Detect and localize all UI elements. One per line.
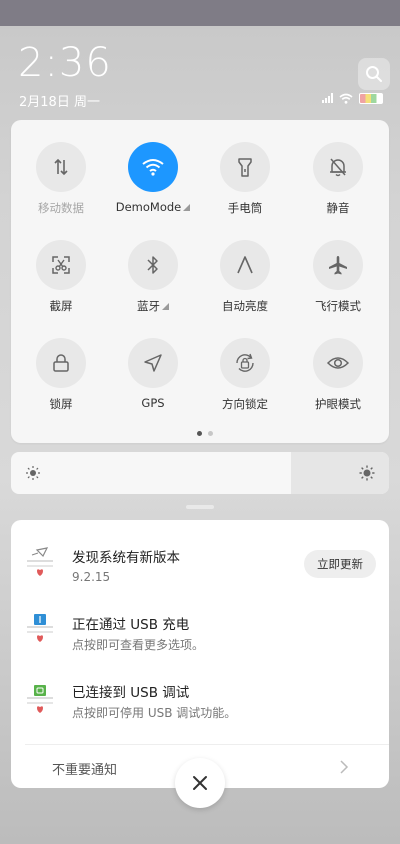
page-dot-active — [197, 431, 202, 436]
toggle-label: 自动亮度 — [222, 299, 268, 313]
usb-icon — [25, 612, 55, 646]
gps-icon — [144, 354, 162, 372]
notification-subtitle: 9.2.15 — [72, 570, 111, 584]
quick-settings-panel: 移动数据 DemoMode 手电筒 静音 截屏 蓝牙 自动亮度 飞行模式 锁屏 … — [11, 120, 389, 443]
brightness-high-icon — [359, 465, 375, 481]
search-button[interactable] — [358, 58, 390, 90]
page-indicator — [197, 431, 213, 436]
toggle-eye-care[interactable]: 护眼模式 — [293, 338, 383, 412]
toggle-rotation-lock[interactable]: 方向锁定 — [200, 338, 290, 412]
notification-title: 正在通过 USB 充电 — [72, 617, 190, 633]
close-icon — [193, 776, 207, 790]
toggle-label: DemoMode — [115, 200, 182, 214]
search-icon — [366, 66, 382, 82]
toggle-label: 护眼模式 — [315, 397, 361, 411]
notification-subtitle: 点按即可停用 USB 调试功能。 — [72, 706, 237, 720]
chevron-right-icon — [340, 760, 349, 774]
rotation-lock-icon — [236, 353, 254, 372]
auto-brightness-icon — [237, 256, 253, 274]
android-debug-icon — [25, 683, 55, 717]
mute-bell-icon — [330, 158, 346, 177]
toggle-flashlight[interactable]: 手电筒 — [200, 142, 290, 216]
clear-all-button[interactable] — [175, 758, 225, 808]
toggle-airplane[interactable]: 飞行模式 — [293, 240, 383, 314]
bluetooth-icon — [147, 256, 158, 274]
signal-icon — [322, 93, 333, 103]
notification-subtitle: 点按即可查看更多选项。 — [72, 638, 205, 652]
divider — [25, 744, 389, 745]
toggle-gps[interactable]: GPS — [108, 338, 198, 410]
page-dot — [208, 431, 213, 436]
toggle-bluetooth[interactable]: 蓝牙 — [108, 240, 198, 314]
toggle-label: 手电筒 — [227, 201, 263, 215]
expand-triangle-icon — [183, 204, 191, 211]
flashlight-icon — [238, 158, 252, 177]
system-update-icon — [25, 546, 55, 580]
notification-system-update[interactable]: 发现系统有新版本 9.2.15 立即更新 — [11, 520, 389, 596]
drag-handle[interactable] — [186, 505, 214, 509]
notification-title: 已连接到 USB 调试 — [72, 685, 190, 701]
toggle-label: 截屏 — [49, 299, 73, 313]
expand-triangle-icon — [162, 303, 169, 310]
wifi-status-icon — [339, 93, 353, 104]
date: 2月18日 周一 — [19, 95, 100, 110]
toggle-label: 锁屏 — [49, 397, 73, 411]
toggle-label: 飞行模式 — [315, 299, 361, 313]
mobile-data-icon — [54, 158, 68, 176]
lock-icon — [53, 354, 69, 372]
unimportant-notifications-link[interactable]: 不重要通知 — [52, 759, 117, 778]
notification-title: 发现系统有新版本 — [72, 550, 180, 566]
notification-usb-debugging[interactable]: 已连接到 USB 调试 点按即可停用 USB 调试功能。 — [11, 675, 389, 735]
screenshot-icon — [52, 256, 70, 274]
toggle-auto-brightness[interactable]: 自动亮度 — [200, 240, 290, 314]
toggle-screenshot[interactable]: 截屏 — [16, 240, 106, 314]
toggle-lock-screen[interactable]: 锁屏 — [16, 338, 106, 412]
toggle-label: 方向锁定 — [222, 397, 268, 411]
status-bar-strip — [0, 0, 400, 26]
status-icons — [322, 91, 383, 105]
eye-icon — [326, 357, 350, 369]
toggle-label: GPS — [141, 396, 165, 410]
toggle-label: 静音 — [326, 201, 350, 215]
toggle-mute[interactable]: 静音 — [293, 142, 383, 216]
toggle-label: 蓝牙 — [137, 299, 160, 313]
update-now-button[interactable]: 立即更新 — [304, 550, 376, 578]
toggle-label: 移动数据 — [38, 201, 84, 215]
toggle-mobile-data[interactable]: 移动数据 — [16, 142, 106, 216]
notification-usb-charging[interactable]: 正在通过 USB 充电 点按即可查看更多选项。 — [11, 602, 389, 662]
airplane-icon — [329, 256, 347, 275]
brightness-slider[interactable] — [11, 452, 389, 494]
brightness-low-icon — [26, 466, 40, 480]
notification-card: 发现系统有新版本 9.2.15 立即更新 正在通过 USB 充电 点按即可查看更… — [11, 520, 389, 788]
clock: 2:36 — [18, 40, 112, 86]
battery-icon — [359, 92, 383, 104]
wifi-icon — [142, 159, 164, 176]
toggle-wifi[interactable]: DemoMode — [108, 142, 198, 214]
